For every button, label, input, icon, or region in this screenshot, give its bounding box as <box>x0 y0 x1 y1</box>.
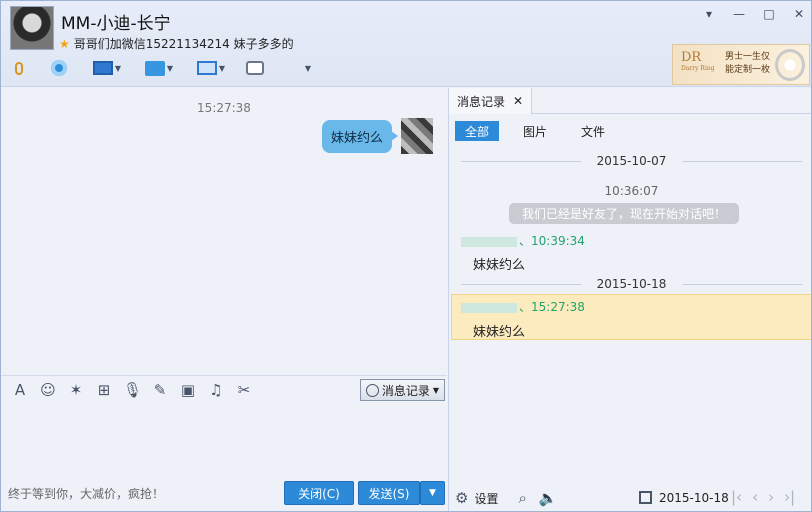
history-pagination: |‹ ‹ › ›| <box>731 488 795 506</box>
scissors-icon[interactable]: ✂ <box>235 381 253 399</box>
shake-icon[interactable]: ⊞ <box>95 381 113 399</box>
apps-icon <box>287 60 303 76</box>
history-date[interactable]: 2015-10-18 <box>659 491 729 505</box>
chevron-down-icon: ▼ <box>432 385 439 395</box>
self-avatar[interactable] <box>401 118 433 154</box>
prev-page-icon[interactable]: ‹ <box>752 488 758 506</box>
close-button[interactable]: 关闭(C) <box>284 481 354 505</box>
voice-call-button[interactable] <box>9 56 29 80</box>
history-pane: 消息记录 ✕ 全部 图片 文件 2015-10-07 10:36:07 我们已经… <box>448 88 811 511</box>
system-message: 我们已经是好友了，现在开始对话吧！ <box>509 203 739 224</box>
input-toolbar: A ☺ ✶ ⊞ 🎙 ✎ ▣ ♫ ✂ 消息记录 ▼ <box>1 375 447 403</box>
chevron-down-icon: ▼ <box>218 63 226 73</box>
settings-label[interactable]: 设置 <box>474 490 498 507</box>
first-page-icon[interactable]: |‹ <box>731 488 742 506</box>
maximize-icon[interactable]: □ <box>761 7 777 21</box>
ring-icon <box>775 49 805 81</box>
chat-pane: 15:27:38 妹妹约么 A ☺ ✶ ⊞ 🎙 ✎ ▣ ♫ ✂ 消息记录 ▼ 终… <box>1 88 447 511</box>
mic-icon <box>15 61 23 75</box>
chevron-down-icon: ▼ <box>166 63 174 73</box>
history-filters: 全部 图片 文件 <box>455 121 615 141</box>
next-page-icon[interactable]: › <box>768 488 774 506</box>
message-time: 15:27:38 <box>197 101 251 115</box>
search-icon[interactable]: ⌕ <box>518 489 526 507</box>
history-message: 妹妹约么 <box>473 258 526 273</box>
close-icon[interactable]: ✕ <box>513 94 523 108</box>
chat-bubble[interactable]: 妹妹约么 <box>322 120 398 153</box>
sender-name-blurred <box>461 236 517 247</box>
gear-icon[interactable]: ⚙ <box>455 489 468 507</box>
magic-icon[interactable]: ✶ <box>67 381 85 399</box>
screen-share-button[interactable]: ▼ <box>89 56 125 80</box>
send-button[interactable]: 发送(S) <box>358 481 420 505</box>
file-transfer-button[interactable]: ▼ <box>141 56 177 80</box>
ad-text: 男士一生仅 能定制一枚 <box>725 52 771 75</box>
status-text: 哥哥们加微信15221134214 妹子多多的 <box>73 37 294 51</box>
voice-message-icon[interactable]: 🎙 <box>123 381 142 399</box>
filter-images[interactable]: 图片 <box>513 121 557 141</box>
remote-desktop-button[interactable]: ▼ <box>193 56 229 80</box>
group-chat-icon <box>246 61 264 75</box>
font-icon[interactable]: A <box>11 381 29 399</box>
chevron-down-icon: ▼ <box>304 63 312 73</box>
sender-name-blurred <box>461 302 517 313</box>
group-chat-button[interactable] <box>245 56 265 80</box>
message-sender: 、10:39:34 <box>461 232 585 249</box>
speaker-icon[interactable]: 🔈 <box>539 489 558 507</box>
screen-share-icon <box>92 61 113 75</box>
edit-icon[interactable]: ✎ <box>151 381 169 399</box>
camera-icon <box>51 60 67 76</box>
emoji-icon[interactable]: ☺ <box>39 381 57 399</box>
tab-message-history[interactable]: 消息记录 ✕ <box>449 88 533 114</box>
contact-name: MM-小迪-长宁 <box>61 14 171 34</box>
history-message: 妹妹约么 <box>473 325 526 340</box>
message-sender: 、15:27:38 <box>461 298 585 315</box>
date-divider: 2015-10-07 <box>449 154 811 168</box>
minimize-icon[interactable]: — <box>731 7 747 21</box>
message-history-button[interactable]: 消息记录 ▼ <box>359 379 445 401</box>
date-divider: 2015-10-18 <box>449 277 811 291</box>
filter-all[interactable]: 全部 <box>455 121 500 141</box>
last-page-icon[interactable]: ›| <box>784 488 795 506</box>
image-icon[interactable]: ▣ <box>179 381 197 399</box>
clock-icon <box>365 383 379 397</box>
calendar-icon[interactable] <box>639 491 652 504</box>
remote-desktop-icon <box>196 61 217 75</box>
contact-status: ★ 哥哥们加微信15221134214 妹子多多的 <box>59 35 294 52</box>
window-controls: ▾ — □ ✕ <box>701 7 807 21</box>
star-icon: ★ <box>59 36 70 51</box>
history-time: 10:36:07 <box>604 184 659 198</box>
contact-avatar[interactable] <box>10 6 54 50</box>
close-window-icon[interactable]: ✕ <box>791 7 807 21</box>
ad-logo: DR Darry Ring <box>681 50 715 72</box>
history-tabbar: 消息记录 ✕ <box>449 88 811 114</box>
chat-header: MM-小迪-长宁 ★ 哥哥们加微信15221134214 妹子多多的 ▾ — □… <box>1 1 811 87</box>
filter-files[interactable]: 文件 <box>571 121 615 141</box>
chat-window: MM-小迪-长宁 ★ 哥哥们加微信15221134214 妹子多多的 ▾ — □… <box>0 0 812 512</box>
chat-toolbar: ▼ ▼ ▼ ▼ <box>9 56 317 80</box>
send-options-button[interactable]: ▼ <box>420 481 445 505</box>
chevron-down-icon: ▼ <box>114 63 122 73</box>
apps-button[interactable]: ▼ <box>281 56 317 80</box>
video-call-button[interactable] <box>49 56 69 80</box>
music-icon[interactable]: ♫ <box>207 381 225 399</box>
file-transfer-icon <box>144 60 165 76</box>
menu-dropdown-icon[interactable]: ▾ <box>701 7 717 21</box>
promo-text[interactable]: 终于等到你，大减价，疯抢！ <box>8 485 164 502</box>
history-footer: ⚙ 设置 ⌕ 🔈 2015-10-18 |‹ ‹ › ›| <box>449 486 811 510</box>
ad-banner[interactable]: DR Darry Ring 男士一生仅 能定制一枚 <box>672 44 810 85</box>
